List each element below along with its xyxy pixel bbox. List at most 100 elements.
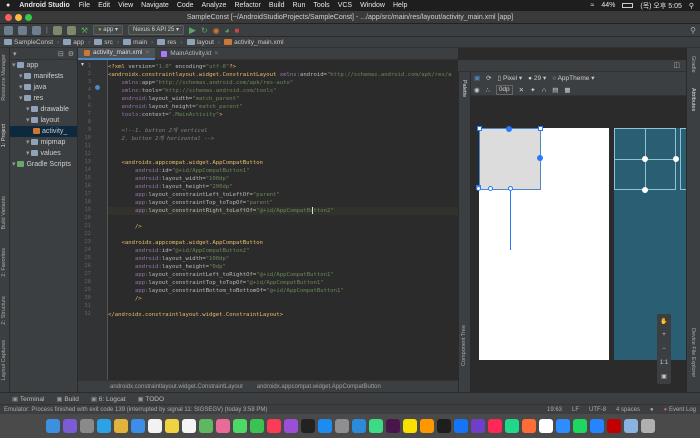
podcasts-icon[interactable] [283, 419, 298, 433]
facetime-icon[interactable] [249, 419, 264, 433]
photos-icon[interactable] [215, 419, 230, 433]
chrome-icon[interactable] [113, 419, 128, 433]
guidelines-icon[interactable]: ∩ [542, 87, 547, 94]
editor-crumb-button[interactable]: androidx.appcompat.widget.AppCompatButto… [257, 384, 381, 390]
tool-window-build[interactable]: ▣ Build [56, 395, 78, 403]
code-line[interactable]: xmlns:tools="http://schemas.android.com/… [108, 87, 276, 95]
code-line[interactable]: android:layout_width="100dp" [108, 175, 229, 183]
build-variants-tab[interactable]: Build Variants [1, 196, 7, 230]
menu-item-help[interactable]: Help [393, 2, 407, 9]
code-line[interactable]: app:layout_constraintRight_toLeftOf="@+i… [108, 207, 458, 215]
terminal-app-icon[interactable] [436, 419, 451, 433]
zoom-fit-icon[interactable]: ▣ [661, 373, 667, 380]
indent-setting[interactable]: 4 spaces [616, 407, 640, 413]
zoom-ratio-button[interactable]: 1:1 [660, 360, 668, 366]
run-icon[interactable]: ▶ [189, 25, 196, 36]
attributes-tab[interactable]: Attributes [690, 88, 696, 111]
intellij-icon[interactable] [487, 419, 502, 433]
search-everywhere-icon[interactable]: ⚲ [690, 26, 696, 35]
anchor-right[interactable] [537, 155, 543, 161]
api-select[interactable]: ● 29 ▾ [528, 74, 546, 82]
menu-item-view[interactable]: View [118, 2, 133, 9]
layout-captures-tab[interactable]: Layout Captures [1, 340, 7, 380]
file-encoding[interactable]: UTF-8 [589, 407, 606, 413]
safari-icon[interactable] [96, 419, 111, 433]
editor-crumb-layout[interactable]: androidx.constraintlayout.widget.Constra… [110, 384, 243, 390]
minimize-window-button[interactable] [15, 14, 22, 21]
status-message[interactable]: Emulator: Process finished with exit cod… [4, 407, 267, 413]
save-all-icon[interactable] [18, 25, 27, 35]
zoom-in-button[interactable]: + [662, 332, 666, 338]
code-line[interactable] [108, 119, 111, 127]
tree-node-values[interactable]: ▾ values [10, 148, 77, 159]
slack-icon[interactable] [385, 419, 400, 433]
code-line[interactable]: 2. button 2개 horizontal --> [108, 135, 214, 143]
mail-icon[interactable] [130, 419, 145, 433]
menu-item-edit[interactable]: Edit [98, 2, 110, 9]
code-line[interactable] [108, 151, 111, 159]
code-line[interactable]: </androidx.constraintlayout.widget.Const… [108, 311, 283, 319]
tool-window-terminal[interactable]: ▣ Terminal [12, 395, 44, 403]
blueprint-anchor[interactable] [673, 156, 679, 162]
code-line[interactable]: /> [108, 295, 142, 303]
notes-icon[interactable] [164, 419, 179, 433]
vscode-icon[interactable] [351, 419, 366, 433]
tree-node-activity-[interactable]: activity_ [10, 126, 77, 137]
anchor-bottom[interactable] [488, 186, 493, 191]
menu-item-vcs[interactable]: VCS [338, 2, 352, 9]
debug-icon[interactable]: ◉ [213, 26, 220, 35]
code-line[interactable]: android:layout_height="match_parent" [108, 103, 242, 111]
code-line[interactable] [108, 143, 111, 151]
breadcrumb-item[interactable]: src [94, 39, 113, 46]
resize-handle[interactable] [477, 126, 482, 131]
code-line[interactable]: android:layout_width="100dp" [108, 255, 229, 263]
code-line[interactable]: <androidx.appcompat.widget.AppCompatButt… [108, 159, 262, 167]
device-file-explorer-tab[interactable]: Device File Explorer [690, 328, 696, 377]
design-surface-icon[interactable]: ▣ [474, 74, 480, 82]
anchor-top[interactable] [506, 126, 512, 132]
tab-mainactivity-kt[interactable]: MainActivity.kt × [155, 48, 224, 60]
theme-select[interactable]: ○ AppTheme ▾ [552, 74, 594, 82]
code-line[interactable]: android:layout_height="200dp" [108, 183, 233, 191]
postman-icon[interactable] [521, 419, 536, 433]
code-line[interactable]: app:layout_constraintBottom_toBottomOf="… [108, 287, 344, 295]
android-studio-icon[interactable] [368, 419, 383, 433]
fold-marker-icon[interactable]: ▾ [81, 61, 84, 68]
menu-item-code[interactable]: Code [177, 2, 194, 9]
appstore-icon[interactable] [317, 419, 332, 433]
tree-node-app[interactable]: ▾ app [10, 60, 77, 71]
show-constraints-icon[interactable]: ◉ [474, 86, 480, 94]
tv-icon[interactable] [300, 419, 315, 433]
build-hammer-icon[interactable]: ⚒ [81, 26, 88, 35]
breadcrumb-item[interactable]: main [123, 39, 147, 46]
spotlight-icon[interactable]: ⚲ [689, 2, 694, 10]
default-margin-select[interactable]: 0dp [495, 85, 513, 95]
blueprint-anchor[interactable] [642, 156, 648, 162]
breadcrumb-item[interactable]: activity_main.xml [224, 39, 284, 46]
design-preview[interactable] [476, 126, 609, 360]
redo-icon[interactable] [66, 25, 76, 35]
kakaotalk-icon[interactable] [402, 419, 417, 433]
close-window-button[interactable] [5, 14, 12, 21]
profile-icon[interactable]: ◕ [225, 26, 230, 35]
tree-node-drawable[interactable]: ▾ drawable [10, 104, 77, 115]
preview-icon[interactable] [623, 419, 638, 433]
code-editor[interactable]: <?xml version="1.0" encoding="utf-8"?> <a… [108, 60, 458, 380]
zoom-icon[interactable] [555, 419, 570, 433]
reminders-icon[interactable] [181, 419, 196, 433]
zoom-window-button[interactable] [25, 14, 32, 21]
code-line[interactable] [108, 215, 111, 223]
orientation-icon[interactable]: ⟳ [486, 74, 491, 82]
code-line[interactable]: <?xml version="1.0" encoding="utf-8"?> [108, 63, 236, 71]
code-line[interactable]: android:id="@+id/AppCompatButton1" [108, 167, 250, 175]
code-line[interactable] [108, 303, 111, 311]
android-view-icon[interactable]: ▾ [13, 50, 17, 58]
tree-node-res[interactable]: ▾ res [10, 93, 77, 104]
collapse-all-icon[interactable]: ⊟ [58, 50, 64, 58]
caret-position[interactable]: 19:63 [547, 407, 562, 413]
tree-node-java[interactable]: ▾ java [10, 82, 77, 93]
resize-handle[interactable] [538, 126, 543, 131]
apply-changes-icon[interactable]: ↻ [201, 26, 208, 35]
battery-icon[interactable] [622, 3, 634, 8]
appcompat-button-1-preview[interactable] [477, 126, 543, 190]
